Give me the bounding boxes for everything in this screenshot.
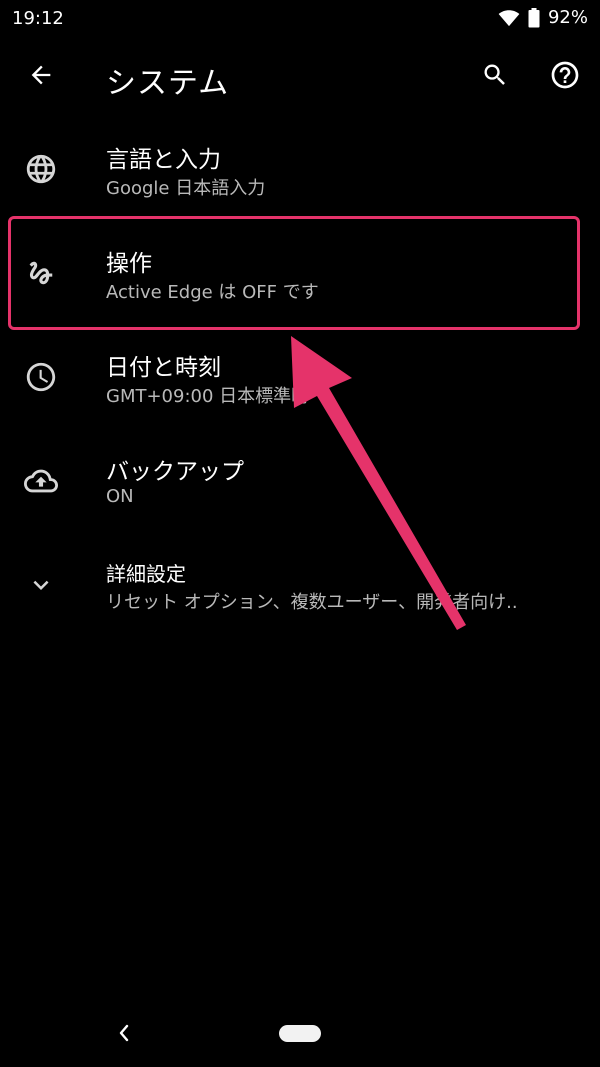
- wifi-icon: [498, 9, 520, 27]
- item-title: 詳細設定: [106, 562, 186, 586]
- item-subtitle: リセット オプション、複数ユーザー、開発者向け..: [106, 592, 518, 613]
- clock-icon: [22, 358, 60, 396]
- nav-bar: [0, 1005, 600, 1067]
- page-title: システム: [106, 66, 230, 101]
- back-button[interactable]: [20, 56, 62, 98]
- item-title: バックアップ: [106, 459, 244, 485]
- settings-list: 言語と入力 Google 日本語入力 操作 Active Edge は OFF …: [0, 118, 600, 638]
- status-icons: 92%: [498, 7, 588, 28]
- app-bar: システム: [0, 40, 600, 112]
- home-pill[interactable]: [279, 1025, 321, 1042]
- item-title: 言語と入力: [106, 147, 221, 173]
- item-title: 操作: [106, 251, 152, 277]
- chevron-down-icon: [22, 566, 60, 604]
- nav-back-icon: [116, 1023, 132, 1047]
- item-subtitle: Active Edge は OFF です: [106, 282, 319, 303]
- settings-item-date-time[interactable]: 日付と時刻 GMT+09:00 日本標準時: [0, 326, 600, 430]
- settings-item-language-input[interactable]: 言語と入力 Google 日本語入力: [0, 118, 600, 222]
- item-subtitle: ON: [106, 486, 134, 507]
- battery-percent: 92%: [547, 7, 588, 28]
- status-bar: 19:12 92%: [0, 0, 600, 36]
- status-time: 19:12: [12, 8, 64, 29]
- search-icon: [481, 61, 509, 93]
- settings-item-gestures[interactable]: 操作 Active Edge は OFF です: [0, 222, 600, 326]
- settings-item-backup[interactable]: バックアップ ON: [0, 430, 600, 534]
- nav-back-button[interactable]: [110, 1021, 138, 1049]
- cloud-upload-icon: [22, 462, 60, 500]
- item-subtitle: GMT+09:00 日本標準時: [106, 386, 310, 407]
- back-arrow-icon: [27, 61, 55, 93]
- help-icon: [549, 59, 581, 95]
- globe-icon: [22, 150, 60, 188]
- battery-icon: [528, 7, 540, 28]
- help-button[interactable]: [544, 56, 586, 98]
- item-subtitle: Google 日本語入力: [106, 178, 266, 199]
- settings-item-advanced[interactable]: 詳細設定 リセット オプション、複数ユーザー、開発者向け..: [0, 534, 600, 638]
- gesture-icon: [22, 254, 60, 292]
- item-title: 日付と時刻: [106, 355, 221, 381]
- search-button[interactable]: [474, 56, 516, 98]
